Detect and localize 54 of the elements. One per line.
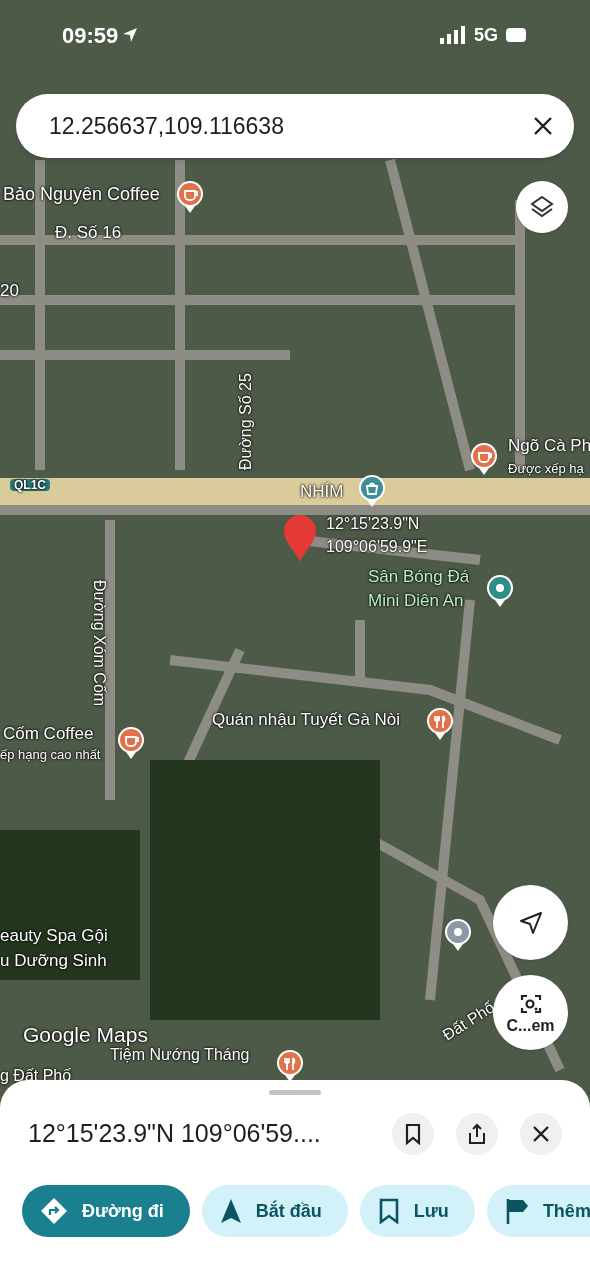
navigation-arrow-icon	[517, 909, 544, 936]
place-label: eauty Spa Gội	[0, 927, 108, 944]
restaurant-pin-icon[interactable]	[276, 1049, 304, 1083]
map-brand-label: Google Maps	[23, 1024, 148, 1045]
drag-handle[interactable]	[269, 1090, 321, 1095]
share-icon	[467, 1123, 487, 1145]
place-title: 12°15'23.9"N 109°06'59....	[28, 1118, 322, 1150]
signal-icon	[440, 26, 466, 44]
place-label: Mini Diên An	[368, 592, 464, 609]
coordinates-label: 12°15'23.9"N	[326, 516, 420, 532]
close-icon[interactable]	[532, 115, 554, 137]
rating-label: ếp hạng cao nhất	[0, 748, 101, 761]
place-label: u Dưỡng Sinh	[0, 952, 107, 969]
place-label: NHÍM	[300, 483, 344, 500]
location-arrow-icon	[122, 27, 139, 43]
layers-icon	[529, 194, 555, 220]
cafe-pin-icon[interactable]	[117, 726, 145, 760]
action-chip[interactable]: Lưu	[359, 1185, 475, 1237]
cafe-pin-icon[interactable]	[470, 442, 498, 476]
search-field[interactable]: 12.256637,109.116638	[16, 94, 574, 158]
coordinates-label: 109°06'59.9"E	[326, 539, 428, 555]
flag-icon	[504, 1197, 529, 1225]
place-label: Sân Bóng Đá	[368, 568, 470, 585]
network-type: 5G	[474, 23, 498, 47]
action-chip[interactable]: Thêm	[486, 1185, 590, 1237]
action-chip[interactable]: Đường đi	[22, 1185, 190, 1237]
directions-icon	[40, 1197, 68, 1225]
street-label: g Đất Phố	[0, 1068, 72, 1084]
street-label: 20	[0, 282, 19, 299]
action-chip[interactable]: Bắt đầu	[201, 1185, 348, 1237]
place-label: Ngõ Cà Ph	[508, 437, 590, 454]
place-pin-icon[interactable]	[486, 574, 514, 608]
navigation-arrow-icon	[219, 1198, 242, 1224]
rating-label: Được xếp hạ	[508, 462, 584, 475]
bookmark-icon	[377, 1198, 400, 1224]
close-icon	[532, 1125, 550, 1143]
place-label: Tiệm Nướng Tháng	[110, 1047, 250, 1063]
bookmark-icon	[404, 1123, 422, 1145]
battery-icon	[506, 28, 528, 42]
street-label: Đường Xóm Cốm	[91, 580, 107, 707]
place-label: Cốm Coffee	[3, 725, 94, 742]
share-button[interactable]	[456, 1113, 498, 1155]
place-label: Bảo Nguyên Coffee	[3, 185, 160, 203]
highway-shield: QL1C	[10, 479, 50, 491]
shopping-pin-icon[interactable]	[358, 474, 386, 508]
place-label: Quán nhậu Tuyết Gà Nòi	[212, 711, 401, 728]
close-button[interactable]	[520, 1113, 562, 1155]
restaurant-pin-icon[interactable]	[426, 707, 454, 741]
place-pin-icon[interactable]	[444, 918, 472, 952]
street-label: Đ. Số 16	[55, 224, 122, 241]
street-label: Đường Số 25	[238, 373, 254, 470]
save-button[interactable]	[392, 1113, 434, 1155]
status-time: 09:59	[62, 21, 119, 50]
cafe-pin-icon[interactable]	[176, 180, 204, 214]
